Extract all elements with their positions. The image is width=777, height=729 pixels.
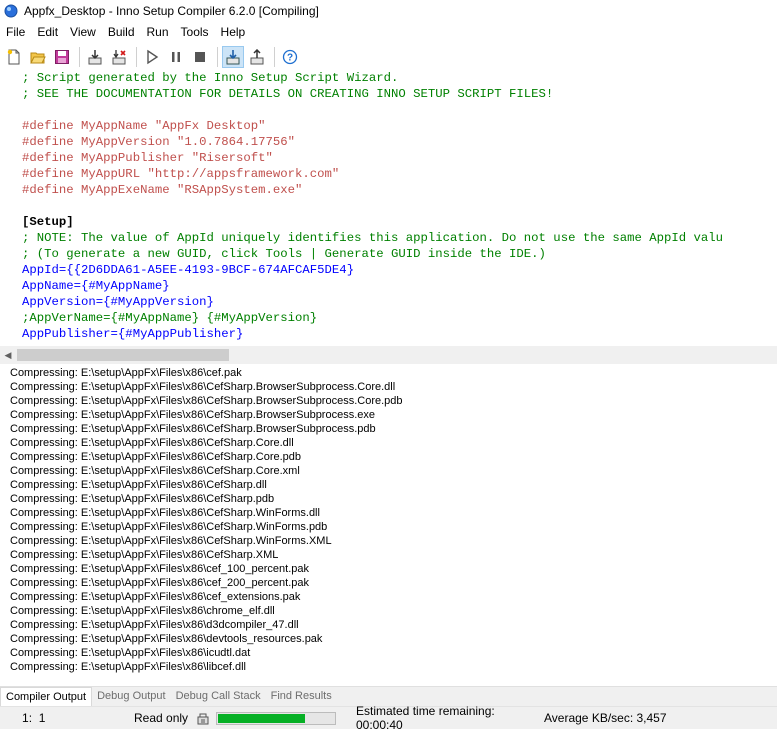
- run-icon[interactable]: [141, 46, 163, 68]
- code-line[interactable]: ;AppVerName={#MyAppName} {#MyAppVersion}: [22, 310, 723, 326]
- code-line[interactable]: [22, 198, 723, 214]
- code-line[interactable]: [Setup]: [22, 214, 723, 230]
- save-icon[interactable]: [51, 46, 73, 68]
- svg-text:?: ?: [287, 53, 293, 64]
- menu-edit[interactable]: Edit: [31, 22, 64, 42]
- menu-tools[interactable]: Tools: [175, 22, 215, 42]
- help-icon[interactable]: ?: [279, 46, 301, 68]
- stop-compile-icon[interactable]: [108, 46, 130, 68]
- output-tabs: Compiler Output Debug Output Debug Call …: [0, 686, 777, 706]
- inno-setup-app-icon: [4, 4, 18, 18]
- column-number: 1: [38, 711, 46, 725]
- toolbar-separator: [79, 47, 80, 67]
- output-line: Compressing: E:\setup\AppFx\Files\x86\Ce…: [10, 451, 302, 463]
- tab-debug-call-stack[interactable]: Debug Call Stack: [171, 687, 266, 706]
- tab-find-results[interactable]: Find Results: [266, 687, 337, 706]
- output-line: Compressing: E:\setup\AppFx\Files\x86\d3…: [10, 619, 299, 631]
- code-line[interactable]: AppVersion={#MyAppVersion}: [22, 294, 723, 310]
- code-line[interactable]: ; NOTE: The value of AppId uniquely iden…: [22, 230, 723, 246]
- menu-build[interactable]: Build: [102, 22, 141, 42]
- status-bar: 1: 1 Read only Estimated time remaining:…: [0, 704, 777, 729]
- line-number: 1: [22, 711, 29, 725]
- menu-view[interactable]: View: [64, 22, 102, 42]
- compile-progress-bar: [216, 711, 336, 725]
- editor-horizontal-scrollbar[interactable]: ◀: [0, 346, 777, 364]
- code-line[interactable]: #define MyAppName "AppFx Desktop": [22, 118, 723, 134]
- output-line: Compressing: E:\setup\AppFx\Files\x86\Ce…: [10, 479, 267, 491]
- output-line: Compressing: E:\setup\AppFx\Files\x86\ch…: [10, 605, 275, 617]
- code-line[interactable]: ; (To generate a new GUID, click Tools |…: [22, 246, 723, 262]
- output-line: Compressing: E:\setup\AppFx\Files\x86\Ce…: [10, 409, 375, 421]
- toolbar-separator: [217, 47, 218, 67]
- menu-bar: File Edit View Build Run Tools Help: [0, 22, 777, 42]
- output-line: Compressing: E:\setup\AppFx\Files\x86\Ce…: [10, 549, 279, 561]
- scroll-left-icon[interactable]: ◀: [0, 346, 16, 364]
- output-line: Compressing: E:\setup\AppFx\Files\x86\Ce…: [10, 535, 332, 547]
- code-line[interactable]: #define MyAppPublisher "Risersoft": [22, 150, 723, 166]
- output-line: Compressing: E:\setup\AppFx\Files\x86\Ce…: [10, 381, 396, 393]
- target-setup-icon[interactable]: [222, 46, 244, 68]
- average-kb-per-sec: Average KB/sec: 3,457: [544, 711, 667, 725]
- output-line: Compressing: E:\setup\AppFx\Files\x86\Ce…: [10, 437, 294, 449]
- output-line: Compressing: E:\setup\AppFx\Files\x86\Ce…: [10, 521, 328, 533]
- code-line[interactable]: #define MyAppVersion "1.0.7864.17756": [22, 134, 723, 150]
- output-line: Compressing: E:\setup\AppFx\Files\x86\Ce…: [10, 395, 403, 407]
- output-line: Compressing: E:\setup\AppFx\Files\x86\ce…: [10, 591, 301, 603]
- estimated-time-remaining: Estimated time remaining: 00:00:40: [356, 704, 495, 729]
- progress-fill: [218, 713, 305, 723]
- output-line: Compressing: E:\setup\AppFx\Files\x86\Ce…: [10, 507, 320, 519]
- compile-icon[interactable]: [84, 46, 106, 68]
- title-bar: Appfx_Desktop - Inno Setup Compiler 6.2.…: [0, 0, 777, 22]
- output-line: Compressing: E:\setup\AppFx\Files\x86\li…: [10, 661, 246, 673]
- output-line: Compressing: E:\setup\AppFx\Files\x86\ic…: [10, 647, 251, 659]
- code-line[interactable]: #define MyAppExeName "RSAppSystem.exe": [22, 182, 723, 198]
- code-line[interactable]: ; Script generated by the Inno Setup Scr…: [22, 70, 723, 86]
- code-line[interactable]: AppPublisher={#MyAppPublisher}: [22, 326, 723, 342]
- code-line[interactable]: #define MyAppURL "http://appsframework.c…: [22, 166, 723, 182]
- output-line: Compressing: E:\setup\AppFx\Files\x86\de…: [10, 633, 323, 645]
- menu-run[interactable]: Run: [141, 22, 175, 42]
- edit-mode: Read only: [134, 711, 189, 725]
- toolbar: ?: [0, 42, 777, 72]
- window-title: Appfx_Desktop - Inno Setup Compiler 6.2.…: [24, 4, 319, 18]
- output-line: Compressing: E:\setup\AppFx\Files\x86\Ce…: [10, 465, 300, 477]
- menu-file[interactable]: File: [0, 22, 31, 42]
- code-line[interactable]: ; SEE THE DOCUMENTATION FOR DETAILS ON C…: [22, 86, 723, 102]
- tab-debug-output[interactable]: Debug Output: [92, 687, 171, 706]
- scrollbar-thumb[interactable]: [17, 349, 229, 361]
- new-file-icon[interactable]: [3, 46, 25, 68]
- tab-compiler-output[interactable]: Compiler Output: [0, 687, 93, 706]
- script-editor[interactable]: ; Script generated by the Inno Setup Scr…: [0, 70, 777, 346]
- open-file-icon[interactable]: [27, 46, 49, 68]
- output-line: Compressing: E:\setup\AppFx\Files\x86\ce…: [10, 563, 309, 575]
- code-line[interactable]: AppId={{2D6DDA61-A5EE-4193-9BCF-674AFCAF…: [22, 262, 723, 278]
- output-line: Compressing: E:\setup\AppFx\Files\x86\ce…: [10, 367, 242, 379]
- code-line[interactable]: [22, 102, 723, 118]
- terminate-icon[interactable]: [189, 46, 211, 68]
- compiler-output-panel: Compressing: E:\setup\AppFx\Files\x86\ce…: [0, 364, 777, 686]
- script-code[interactable]: ; Script generated by the Inno Setup Scr…: [22, 70, 723, 342]
- busy-icon: [192, 711, 214, 725]
- output-line: Compressing: E:\setup\AppFx\Files\x86\Ce…: [10, 493, 275, 505]
- cursor-position: 1: 1: [22, 711, 46, 725]
- menu-help[interactable]: Help: [215, 22, 252, 42]
- toolbar-separator: [274, 47, 275, 67]
- toolbar-separator: [136, 47, 137, 67]
- code-line[interactable]: AppName={#MyAppName}: [22, 278, 723, 294]
- target-uninstall-icon[interactable]: [246, 46, 268, 68]
- output-line: Compressing: E:\setup\AppFx\Files\x86\Ce…: [10, 423, 376, 435]
- pause-icon[interactable]: [165, 46, 187, 68]
- output-line: Compressing: E:\setup\AppFx\Files\x86\ce…: [10, 577, 309, 589]
